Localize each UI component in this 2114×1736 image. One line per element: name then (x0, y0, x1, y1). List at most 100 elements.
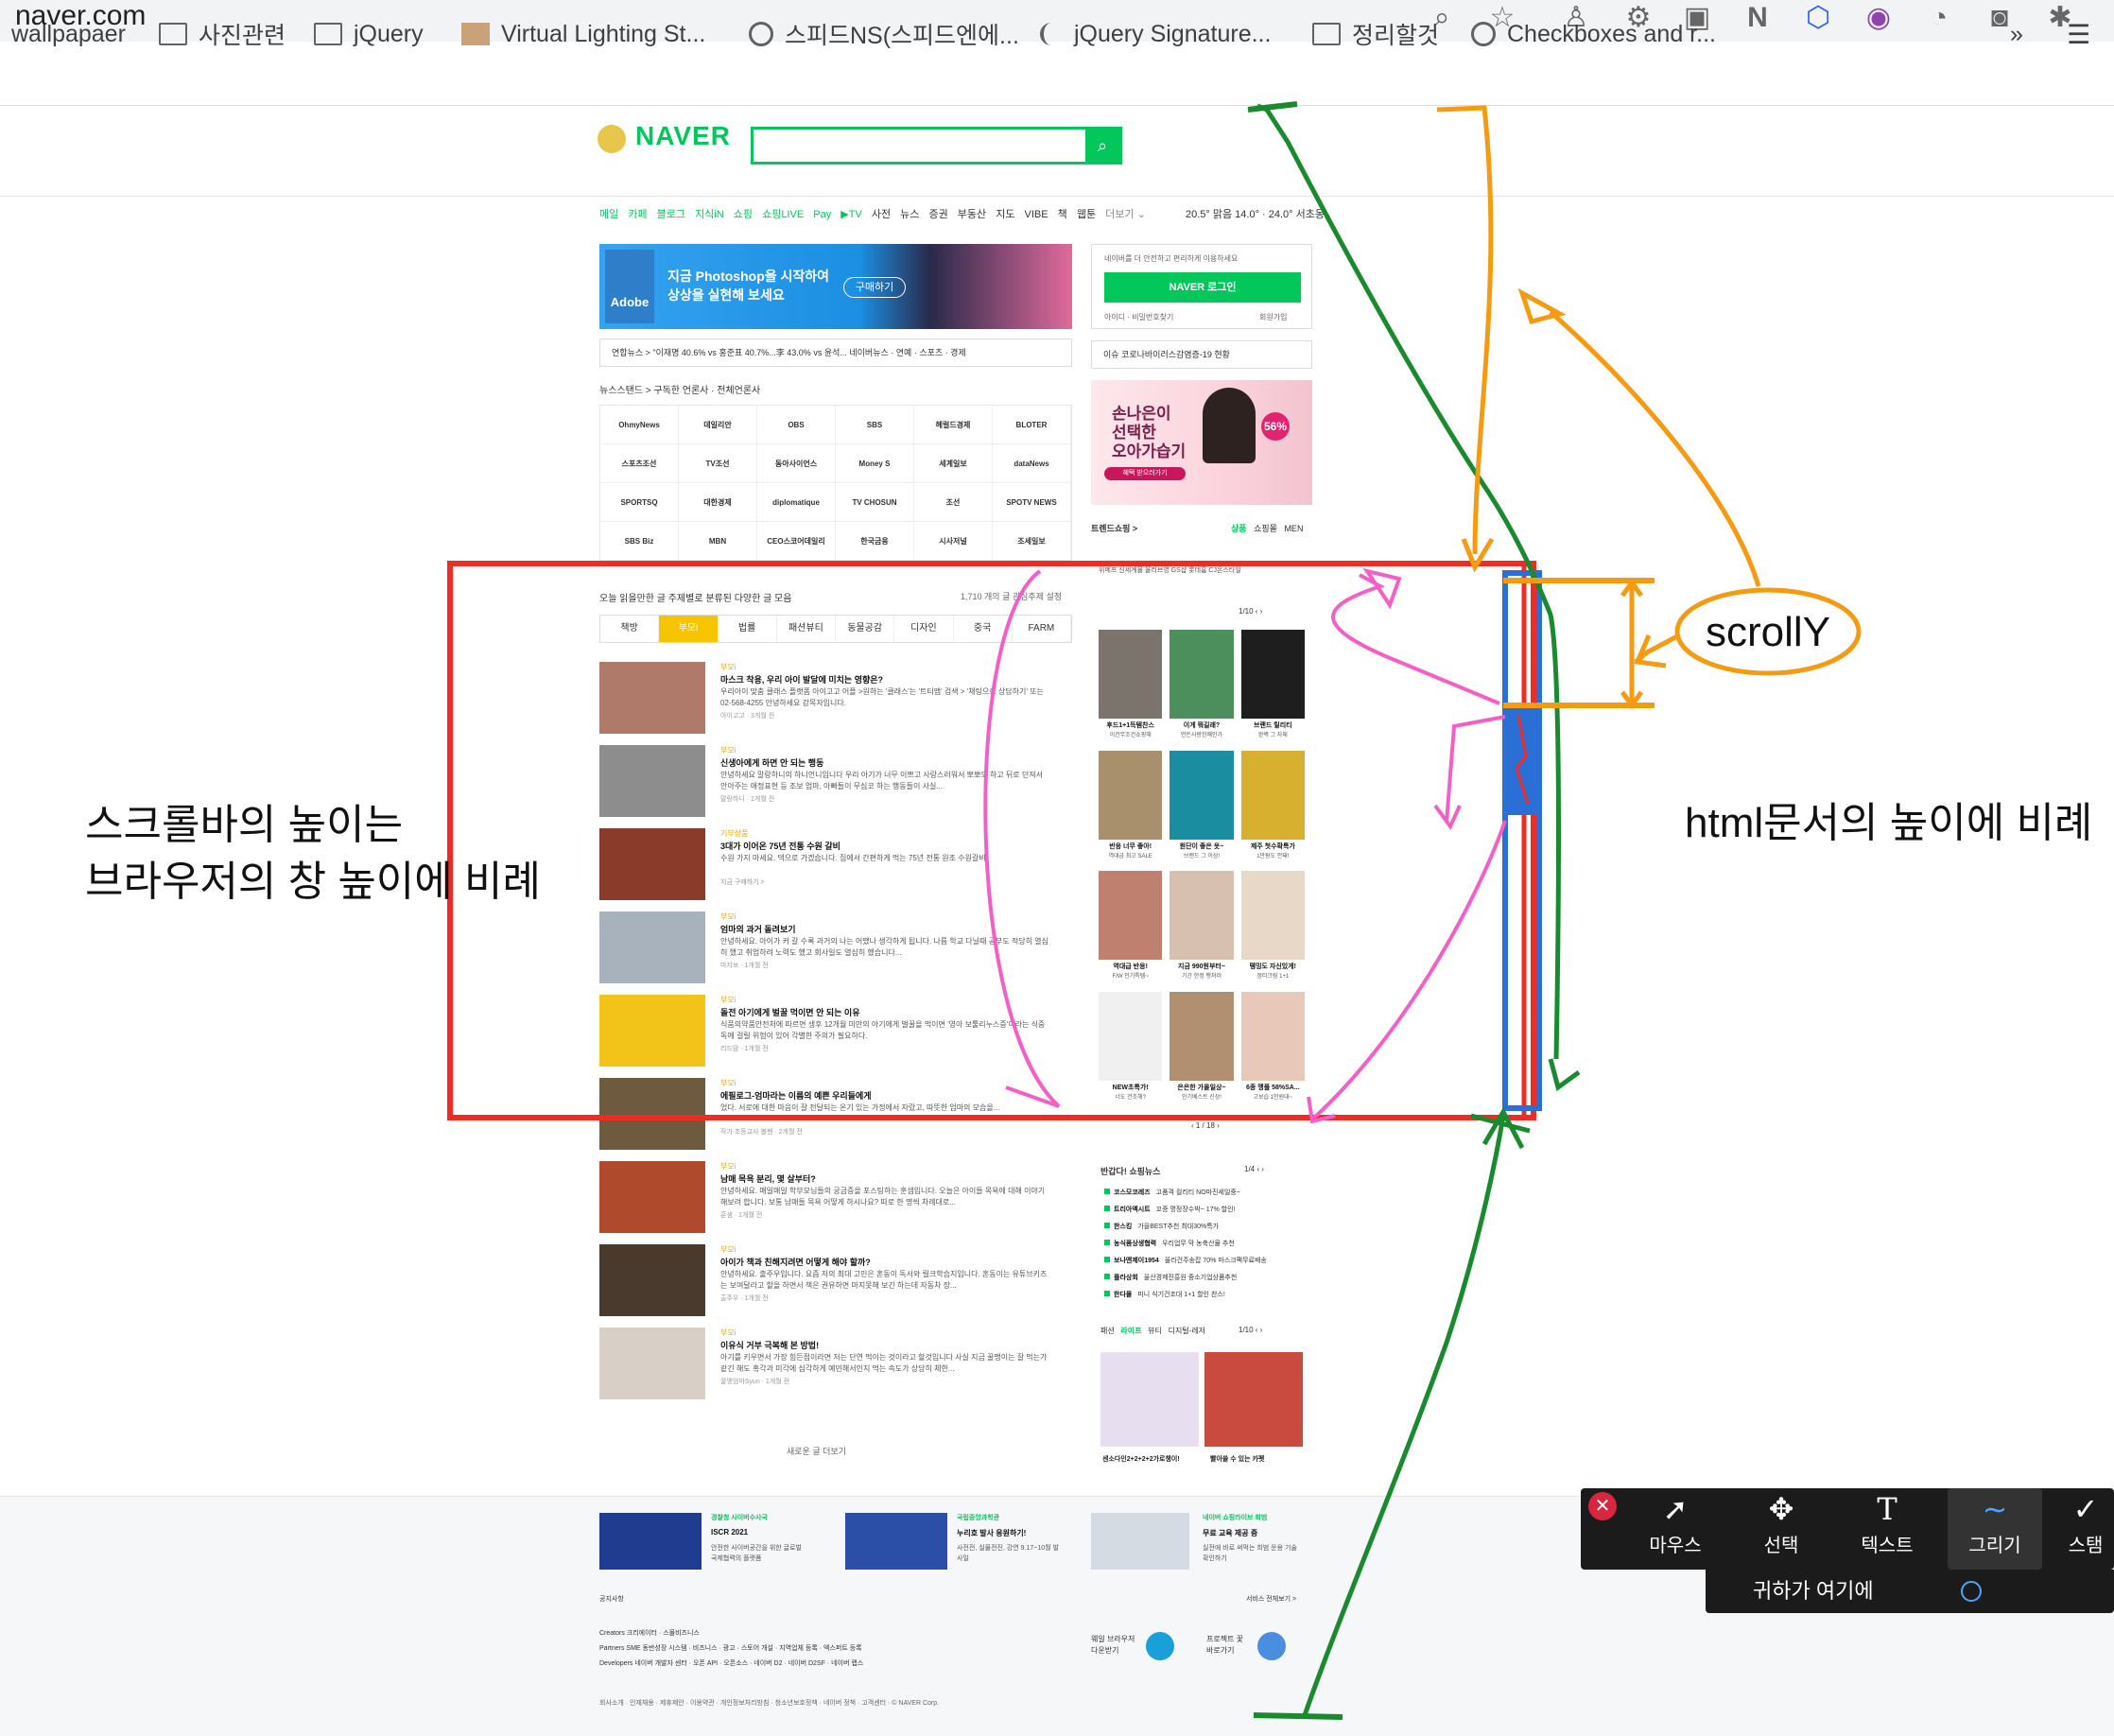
article-item[interactable]: 부모i 아이가 책과 친해지려면 어떻게 해야 할까? 안녕하세요. 출주우입니다.… (599, 1244, 1047, 1318)
bookmark-item[interactable]: Virtual Lighting St... (461, 15, 705, 53)
trend-tab[interactable]: 상품 (1231, 524, 1247, 533)
topic-tab[interactable]: 부모i (659, 616, 719, 642)
article-thumbnail[interactable] (599, 1244, 705, 1316)
press-logo[interactable]: SPORTSQ (600, 483, 679, 522)
product-pager[interactable]: ‹ 1 / 18 › (1191, 1121, 1220, 1130)
press-logo[interactable]: MBN (679, 522, 757, 561)
product-card[interactable]: 은은한 가을일상~ 인기베스트 신상! (1170, 991, 1234, 1113)
article-thumbnail[interactable] (599, 1328, 705, 1399)
ad-buy-button[interactable]: 구매하기 (843, 277, 906, 298)
tool-text[interactable]: T 텍스트 (1840, 1488, 1934, 1570)
bookmark-folder[interactable]: 정리할것 (1312, 15, 1439, 53)
broadcast-extension-icon[interactable]: ◉ (1863, 2, 1895, 34)
category-tab[interactable]: 패션 (1100, 1327, 1115, 1335)
tool-stamp[interactable]: ✓ 스탬 (2057, 1488, 2114, 1570)
product-image[interactable] (1170, 871, 1234, 960)
shopping-news-item[interactable]: 코스모코레즈 고품격 컬리티 NO마진세일중~ (1104, 1188, 1240, 1197)
product-image[interactable] (1240, 630, 1305, 719)
product-image[interactable] (1099, 871, 1163, 960)
press-logo[interactable]: Money S (836, 444, 914, 483)
article-thumbnail[interactable] (599, 828, 705, 900)
service-item[interactable]: 쇼핑LIVE (762, 209, 804, 220)
press-logo[interactable]: 스포츠조선 (600, 444, 679, 483)
notion-extension-icon[interactable]: N (1741, 2, 1774, 34)
signup-link[interactable]: 회원가입 (1259, 312, 1287, 322)
article-item[interactable]: 부모i 마스크 착용, 우리 아이 발달에 미치는 영향은? 우리아이 맞춤 클래스… (599, 662, 1044, 736)
product-card[interactable]: 역대급 반응! F/W 인기특템~ (1099, 871, 1163, 992)
topic-tab[interactable]: 패션뷰티 (777, 616, 836, 642)
tool-draw[interactable]: ∼ 그리기 (1948, 1488, 2042, 1570)
bookmark-folder[interactable]: jQuery (314, 15, 424, 53)
category-product-image[interactable] (1204, 1352, 1303, 1447)
reading-list-icon[interactable]: ☰ (2067, 15, 2090, 53)
category-product-image[interactable] (1100, 1352, 1199, 1447)
press-logo[interactable]: 대한경제 (679, 483, 757, 522)
footer-banner-image[interactable] (845, 1513, 947, 1570)
footer-banner-image[interactable] (599, 1513, 702, 1570)
product-image[interactable] (1170, 630, 1234, 719)
shopping-news-item[interactable]: 트리아엑시트 꼬증 명정장수박~ 17% 할인! (1104, 1205, 1235, 1214)
service-item[interactable]: 블로그 (657, 209, 685, 220)
press-logo[interactable]: diplomatique (757, 483, 836, 522)
product-image[interactable] (1170, 750, 1234, 840)
article-title[interactable]: 남매 목욕 분리, 몇 살부터? (720, 1172, 816, 1185)
shopping-news-pager[interactable]: 1/4 ‹ › (1244, 1165, 1264, 1173)
service-item[interactable]: Pay (813, 209, 831, 220)
article-thumbnail[interactable] (599, 745, 705, 817)
topic-tab[interactable]: 책방 (600, 616, 660, 642)
category-pager[interactable]: 1/10 ‹ › (1239, 1326, 1262, 1334)
bookmark-item[interactable]: jQuery Signature... (1040, 15, 1271, 53)
article-item[interactable]: 부모i 에필로그-엄마라는 이름의 예쁜 우리들에게 었다. 서로에 대한 마음이 … (599, 1078, 1044, 1152)
product-image[interactable] (1099, 630, 1163, 719)
press-logo[interactable]: SBS (836, 406, 914, 444)
press-logo[interactable]: SPOTV NEWS (993, 483, 1071, 522)
article-thumbnail[interactable] (599, 1161, 705, 1233)
category-product-caption[interactable]: 빨아쓸 수 있는 카펫 (1210, 1454, 1264, 1464)
topic-tab[interactable]: 동물공감 (836, 616, 895, 642)
search-input[interactable] (751, 127, 1122, 165)
topic-tab[interactable]: 중국 (954, 616, 1013, 642)
service-all-link[interactable]: 서비스 전체보기 > (1246, 1594, 1296, 1604)
product-card[interactable]: 이게 뭐길래? 언든사랑한쾌인가 (1170, 630, 1234, 751)
shopping-news-item[interactable]: 농식품상생협력 우리업무 막 농축산물 추천 (1104, 1239, 1235, 1248)
bookmark-item[interactable]: 스피드NS(스피드엔에... (749, 15, 1019, 53)
trend-mall-list[interactable]: 위메프 신세계몰 올리브영 GS샵 롯데홈 CJ온스타일 (1099, 565, 1241, 575)
tool-mouse[interactable]: ➚ 마우스 (1628, 1488, 1723, 1570)
footer-links[interactable]: 회사소개 · 인재채용 · 제휴제안 · 이용약관 · 개인정보처리방침 · 청… (599, 1698, 939, 1708)
article-title[interactable]: 신생아에게 하면 안 되는 행동 (720, 756, 823, 769)
whale-download-link[interactable]: 웨일 브라우저 다운받기 (1091, 1634, 1135, 1657)
article-title[interactable]: 아이가 책과 친해지려면 어떻게 해야 할까? (720, 1256, 871, 1268)
category-product-caption[interactable]: 센소다인2+2+2+2가로챙이! (1102, 1454, 1180, 1464)
bookmarks-overflow-button[interactable]: » (2010, 15, 2023, 53)
press-logo[interactable]: CEO스코어데일리 (757, 522, 836, 561)
project-flower-link[interactable]: 프로젝트 꽃 바로가기 (1206, 1634, 1243, 1657)
shopping-news-item[interactable]: 한다몰 미니 식기건조대 1+1 할인 찬스! (1104, 1290, 1225, 1299)
clock-extension-icon[interactable]: ◔ (1923, 2, 1955, 34)
product-image[interactable] (1170, 991, 1234, 1081)
service-item[interactable]: 쇼핑 (734, 209, 753, 220)
shopping-news-item[interactable]: 한스킹 가을BEST추천 최대30%특가 (1104, 1222, 1219, 1231)
service-item[interactable]: 책 (1058, 209, 1067, 220)
topic-tab[interactable]: 법률 (719, 616, 777, 642)
footer-banner-sub[interactable]: ISCR 2021 (711, 1528, 748, 1536)
css-extension-icon[interactable]: ⬡ (1802, 2, 1834, 34)
footer-creators[interactable]: Creators 크리에이터 · 스몰비즈니스 (599, 1628, 700, 1638)
article-item[interactable]: 부모i 신생아에게 하면 안 되는 행동 안녕하세요 말랑하니의 하니언니입니다 우… (599, 745, 1044, 819)
topic-tab[interactable]: 디자인 (894, 616, 954, 642)
footer-developers[interactable]: Developers 네이버 개발자 센터 · 오픈 API · 오픈소스 · … (599, 1658, 863, 1668)
press-logo[interactable]: 조선 (914, 483, 993, 522)
article-item[interactable]: 부모i 돌전 아기에게 벌꿀 먹이면 안 되는 이유 식품의약품안전처에 따르면 생… (599, 995, 1045, 1068)
shopping-news-item[interactable]: 보나앤제이1954 올라건주송잡 70% 마스크팩무료배송 (1104, 1256, 1267, 1265)
newsstand-header[interactable]: 뉴스스탠드 > 구독한 언론사 · 전체언론사 (599, 382, 760, 396)
article-item[interactable]: 부모i 이유식 거부 극복해 본 방법! 아기를 키우면서 가장 힘든점이라면 저는… (599, 1328, 1047, 1401)
article-item[interactable]: 부모i 엄마의 과거 돌려보기 안녕하세요. 아이가 커 갈 수록 과거의 나는 어… (599, 911, 1048, 985)
service-item[interactable]: 증권 (928, 209, 947, 220)
weather-widget[interactable]: 20.5° 맑음 14.0° · 24.0° 서초동 (1186, 206, 1325, 221)
article-title[interactable]: 돌전 아기에게 벌꿀 먹이면 안 되는 이유 (720, 1006, 859, 1018)
service-item[interactable]: 사전 (872, 209, 891, 220)
product-card[interactable]: 뗑밍도 자신있게! 정티크림 1+1 (1240, 871, 1305, 992)
product-card[interactable]: 제주 첫수확특가 1만원도 안돼! (1240, 750, 1305, 872)
topic-tab[interactable]: FARM (1013, 616, 1071, 642)
press-logo[interactable]: TV조선 (679, 444, 757, 483)
article-title[interactable]: 엄마의 과거 돌려보기 (720, 923, 796, 935)
